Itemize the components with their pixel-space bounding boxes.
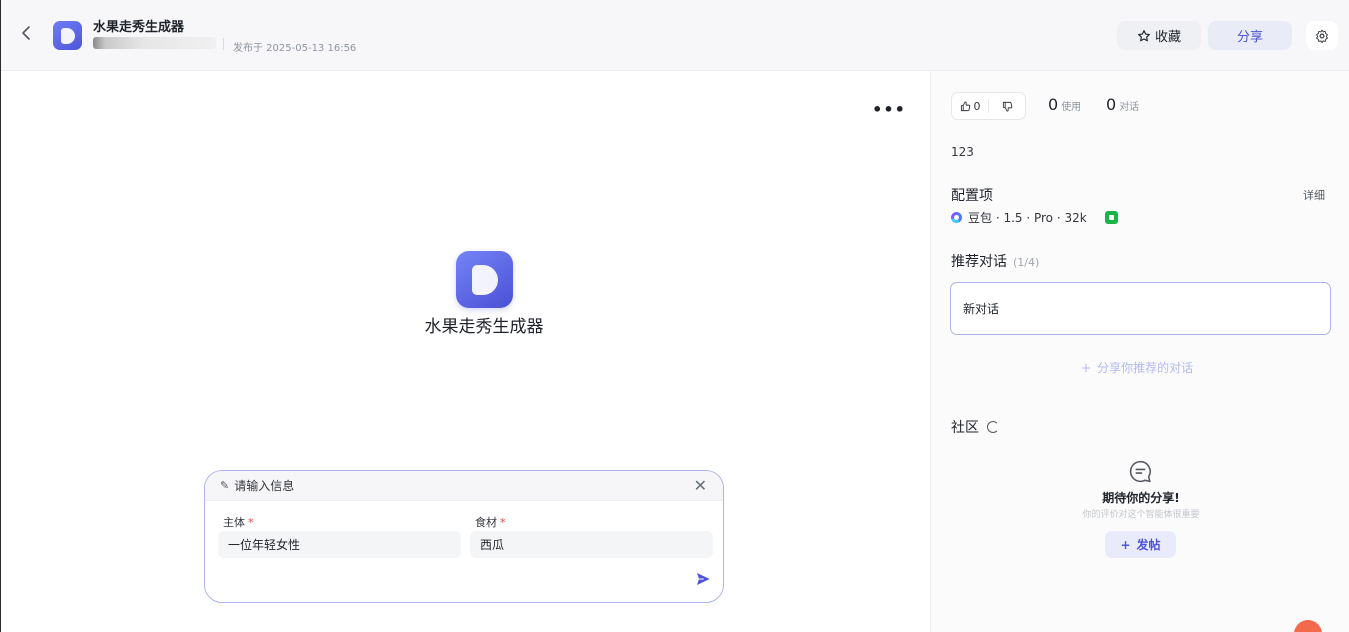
app-logo-shape bbox=[60, 27, 75, 44]
top-bar: 水果走秀生成器 发布于 2025-05-13 16:56 收藏 分享 bbox=[0, 0, 1349, 71]
config-title: 配置项 bbox=[951, 188, 993, 204]
share-recommend-button[interactable]: + 分享你推荐的对话 bbox=[1081, 359, 1193, 376]
plugin-icon[interactable] bbox=[1104, 211, 1118, 224]
field-label-ingredient: 食材 * bbox=[475, 514, 506, 530]
back-button[interactable] bbox=[20, 25, 38, 45]
field-label-text: 食材 bbox=[475, 516, 497, 529]
chat-area: ••• 水果走秀生成器 ✎ 请输入信息 ✕ 主体* 食材* bbox=[0, 71, 930, 632]
doubao-logo-icon bbox=[951, 212, 962, 223]
form-title: 请输入信息 bbox=[234, 479, 295, 493]
send-icon bbox=[697, 573, 710, 585]
model-info: 豆包 · 1.5 · Pro · 32k bbox=[951, 209, 1118, 226]
share-recommend-label: 分享你推荐的对话 bbox=[1097, 361, 1194, 375]
input-form-card: ✎ 请输入信息 ✕ 主体* 食材* bbox=[204, 470, 724, 603]
like-button[interactable]: 0 bbox=[952, 93, 988, 119]
favorite-button[interactable]: 收藏 bbox=[1117, 21, 1201, 50]
settings-button[interactable] bbox=[1306, 21, 1338, 50]
recommended-chat-item[interactable]: 新对话 bbox=[950, 282, 1331, 335]
plus-icon: + bbox=[1081, 360, 1092, 375]
star-icon bbox=[1138, 29, 1150, 41]
close-icon[interactable]: ✕ bbox=[694, 476, 707, 495]
model-text: 豆包 · 1.5 · Pro · 32k bbox=[968, 211, 1087, 225]
dislike-button[interactable] bbox=[989, 93, 1025, 119]
app-logo-shape bbox=[471, 264, 498, 295]
community-title-text: 社区 bbox=[951, 420, 979, 436]
more-options-button[interactable]: ••• bbox=[871, 94, 907, 124]
app-title: 水果走秀生成器 bbox=[93, 20, 185, 35]
chats-label: 对话 bbox=[1119, 102, 1140, 113]
recommend-title: 推荐对话 (1/4) bbox=[951, 251, 1039, 271]
favorite-label: 收藏 bbox=[1154, 30, 1181, 45]
form-header: ✎ 请输入信息 ✕ bbox=[205, 471, 723, 501]
plus-icon: + bbox=[1120, 537, 1131, 552]
required-mark: * bbox=[500, 516, 506, 529]
share-label: 分享 bbox=[1236, 30, 1263, 45]
chats-stat: 0 对话 bbox=[1106, 95, 1139, 114]
community-title: 社区 bbox=[951, 417, 999, 437]
subject-input[interactable] bbox=[218, 531, 461, 558]
author-name-blurred bbox=[93, 37, 216, 49]
info-panel: 0 0 使用 0 对话 123 配置项 详细 豆包 · 1.5 · Pro · … bbox=[930, 71, 1349, 632]
app-name: 水果走秀生成器 bbox=[424, 317, 544, 337]
rating-box: 0 bbox=[951, 92, 1026, 120]
app-description: 123 bbox=[951, 145, 974, 159]
like-count: 0 bbox=[973, 99, 981, 113]
ingredient-input[interactable] bbox=[470, 531, 713, 558]
chevron-left-icon bbox=[22, 26, 30, 40]
app-logo-large bbox=[456, 251, 513, 308]
field-label-subject: 主体 * bbox=[223, 514, 254, 530]
app-logo bbox=[53, 21, 82, 50]
share-button[interactable]: 分享 bbox=[1208, 21, 1292, 50]
refresh-icon[interactable] bbox=[987, 421, 999, 433]
recommend-title-text: 推荐对话 bbox=[951, 254, 1007, 270]
uses-count: 0 bbox=[1048, 95, 1059, 114]
required-mark: * bbox=[248, 516, 254, 529]
post-label: 发帖 bbox=[1136, 538, 1161, 552]
post-button[interactable]: + 发帖 bbox=[1105, 531, 1176, 558]
uses-stat: 0 使用 bbox=[1048, 95, 1081, 114]
window-left-edge bbox=[0, 0, 1, 632]
empty-state-title: 期待你的分享! bbox=[1102, 491, 1180, 505]
empty-state-subtitle: 你的评价对这个智能体很重要 bbox=[1082, 510, 1200, 520]
publish-time: 发布于 2025-05-13 16:56 bbox=[233, 43, 357, 54]
thumb-down-icon bbox=[1002, 101, 1012, 112]
send-button[interactable] bbox=[695, 571, 713, 589]
uses-label: 使用 bbox=[1061, 102, 1082, 113]
gear-icon bbox=[1316, 29, 1328, 43]
field-label-text: 主体 bbox=[223, 516, 245, 529]
detail-link[interactable]: 详细 bbox=[1303, 187, 1325, 203]
divider bbox=[223, 38, 224, 50]
magic-wand-icon: ✎ bbox=[220, 479, 230, 492]
comment-icon bbox=[1129, 460, 1151, 483]
recommend-count: (1/4) bbox=[1013, 256, 1040, 269]
thumb-up-icon bbox=[960, 100, 970, 111]
chats-count: 0 bbox=[1106, 95, 1117, 114]
